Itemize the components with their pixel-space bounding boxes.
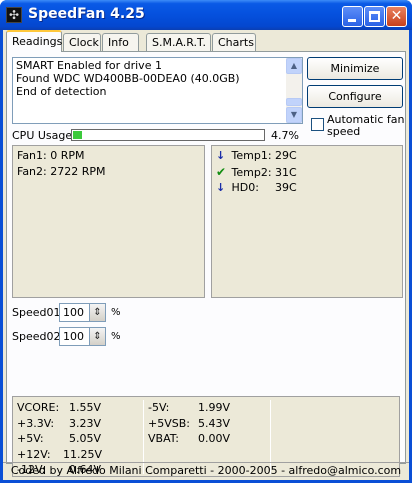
app-window: ✣ SpeedFan 4.25 ✕ Readings Clock Info S.…	[0, 0, 412, 483]
configure-button[interactable]: Configure	[307, 85, 403, 108]
tab-info[interactable]: Info	[102, 33, 139, 52]
automatic-fan-speed-label: Automatic fan speed	[327, 113, 405, 138]
tab-readings[interactable]: Readings	[6, 30, 62, 52]
log-line: SMART Enabled for drive 1	[16, 59, 162, 72]
arrow-down-icon: ↓	[216, 149, 226, 162]
voltage-value: 1.55V	[69, 401, 102, 414]
cpu-usage-value: 4.7%	[271, 129, 299, 142]
minimize-button[interactable]: Minimize	[307, 57, 403, 80]
close-window-button[interactable]: ✕	[386, 6, 407, 27]
speed02-stepper-icon[interactable]: ⇕	[89, 327, 106, 346]
automatic-fan-speed-checkbox[interactable]	[311, 118, 324, 131]
temp-name: Temp1:	[231, 149, 272, 162]
temp-name: Temp2:	[231, 166, 272, 179]
speed02-label: Speed02:	[12, 330, 65, 343]
fans-panel: Fan1: 0 RPM Fan2: 2722 RPM	[12, 145, 205, 298]
voltage-row: +3.3V: 3.23V	[17, 416, 139, 432]
fan-reading: Fan1: 0 RPM	[17, 149, 85, 162]
tab-clock[interactable]: Clock	[63, 33, 101, 52]
title-bar[interactable]: ✣ SpeedFan 4.25 ✕	[0, 0, 412, 30]
log-line: End of detection	[16, 85, 107, 98]
detection-log[interactable]: SMART Enabled for drive 1 Found WDC WD40…	[12, 57, 303, 124]
cpu-usage-label: CPU Usage	[12, 129, 73, 142]
voltage-name: VCORE:	[17, 401, 60, 414]
credits-footer: Coded by Alfredo Milani Comparetti - 200…	[3, 462, 409, 480]
voltage-value: 5.05V	[69, 432, 102, 445]
tab-strip: Readings Clock Info S.M.A.R.T. Charts	[6, 30, 406, 52]
temp-value: 39C	[275, 181, 297, 194]
voltage-row: -5V: 1.99V	[148, 400, 266, 416]
close-icon: ✕	[390, 8, 403, 24]
tab-charts[interactable]: Charts	[212, 33, 256, 52]
temp-row: ↓ HD0: 39C	[216, 181, 297, 194]
voltage-row: VBAT: 0.00V	[148, 431, 266, 447]
speed01-label: Speed01:	[12, 306, 65, 319]
voltage-name: +3.3V:	[17, 416, 55, 430]
minimize-icon	[348, 19, 356, 22]
voltage-value: 11.25V	[63, 447, 103, 461]
minimize-window-button[interactable]	[342, 6, 363, 27]
scroll-thumb[interactable]	[286, 98, 302, 106]
voltage-value: 0.00V	[198, 432, 231, 445]
temp-value: 31C	[275, 166, 297, 179]
voltage-name: +5VSB:	[148, 416, 190, 430]
voltage-value: 1.99V	[198, 401, 231, 414]
temp-row: ↓ Temp1: 29C	[216, 149, 297, 162]
temp-row: ✔ Temp2: 31C	[216, 165, 297, 179]
window-client-area: Readings Clock Info S.M.A.R.T. Charts SM…	[3, 30, 409, 480]
voltage-value: 3.23V	[69, 416, 102, 430]
checkmark-icon: ✔	[216, 165, 227, 179]
cpu-usage-fill	[73, 131, 82, 139]
voltage-name: VBAT:	[148, 432, 179, 445]
cpu-usage-bar	[71, 129, 265, 141]
voltage-row: VCORE: 1.55V	[17, 400, 139, 416]
temp-value: 29C	[275, 149, 297, 162]
scroll-up-icon[interactable]: ▲	[286, 58, 302, 74]
maximize-icon	[369, 11, 380, 22]
scroll-down-icon[interactable]: ▼	[286, 107, 302, 123]
speed02-unit: %	[111, 331, 121, 342]
log-scrollbar[interactable]: ▲ ▼	[286, 58, 302, 123]
voltage-row: +12V: 11.25V	[17, 447, 139, 463]
maximize-window-button[interactable]	[364, 6, 385, 27]
log-line: Found WDC WD400BB-00DEA0 (40.0GB)	[16, 72, 240, 85]
voltage-name: +12V:	[17, 447, 51, 461]
speed01-stepper-icon[interactable]: ⇕	[89, 303, 106, 322]
readings-tab-page: SMART Enabled for drive 1 Found WDC WD40…	[6, 51, 406, 477]
voltage-row: +5VSB: 5.43V	[148, 416, 266, 432]
voltage-name: +5V:	[17, 432, 44, 445]
temperatures-panel: ↓ Temp1: 29C ✔ Temp2: 31C ↓ HD0: 39C	[211, 145, 403, 298]
temp-name: HD0:	[231, 181, 259, 194]
voltage-value: 5.43V	[198, 416, 231, 430]
voltage-column-2: -5V: 1.99V +5VSB: 5.43V VBAT: 0.00V	[148, 400, 266, 447]
tab-smart[interactable]: S.M.A.R.T.	[146, 33, 211, 52]
fan-reading: Fan2: 2722 RPM	[17, 165, 106, 178]
window-title: SpeedFan 4.25	[28, 6, 145, 22]
arrow-down-icon: ↓	[216, 181, 226, 194]
speedfan-app-icon[interactable]: ✣	[6, 7, 22, 23]
voltage-row: +5V: 5.05V	[17, 431, 139, 447]
voltage-name: -5V:	[148, 401, 170, 414]
speed01-unit: %	[111, 307, 121, 318]
